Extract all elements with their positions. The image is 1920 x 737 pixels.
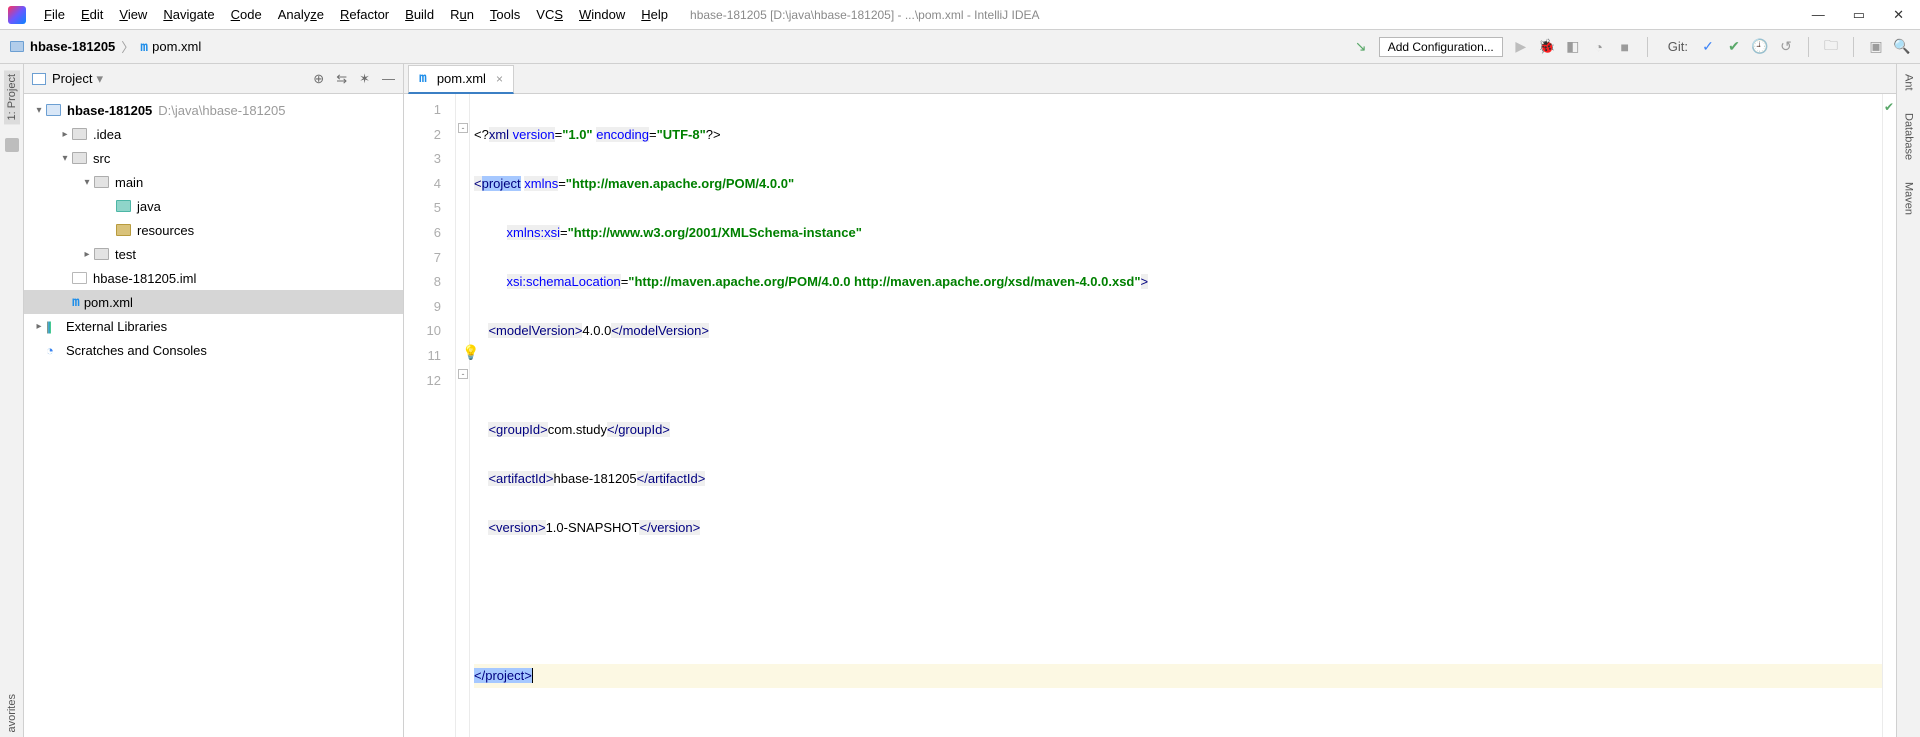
project-panel-header: Project ▾ ⊕ ⇆ ✶ — <box>24 64 403 94</box>
navigation-bar: hbase-181205 〉 m pom.xml ↘ Add Configurat… <box>0 30 1920 64</box>
menu-window[interactable]: Window <box>571 7 633 22</box>
menu-refactor[interactable]: Refactor <box>332 7 397 22</box>
tree-test[interactable]: ▸test <box>24 242 403 266</box>
editor: m pom.xml × 123 456 789 101112 - - <?xml… <box>404 64 1896 737</box>
tree-src[interactable]: ▾src <box>24 146 403 170</box>
separator <box>1808 37 1809 57</box>
tree-scratches[interactable]: ▸Scratches and Consoles <box>24 338 403 362</box>
window-maximize-icon[interactable]: ▭ <box>1853 7 1865 23</box>
inspection-strip: ✔ <box>1882 94 1896 737</box>
main-area: 1: Project avorites Project ▾ ⊕ ⇆ ✶ — ▾ … <box>0 64 1920 737</box>
app-icon <box>8 6 26 24</box>
tree-idea[interactable]: ▸.idea <box>24 122 403 146</box>
project-view-title[interactable]: Project <box>52 71 92 86</box>
window-minimize-icon[interactable]: — <box>1812 7 1825 23</box>
menu-view[interactable]: View <box>111 7 155 22</box>
settings-icon[interactable]: ✶ <box>359 71 370 87</box>
tab-database[interactable]: Database <box>1901 109 1917 164</box>
debug-icon[interactable]: 🐞 <box>1539 39 1555 55</box>
structure-icon[interactable] <box>5 138 19 152</box>
scratches-icon <box>46 343 60 357</box>
tab-maven[interactable]: Maven <box>1901 178 1917 219</box>
locate-icon[interactable]: ⊕ <box>313 71 324 87</box>
tree-java[interactable]: ▸java <box>24 194 403 218</box>
menu-build[interactable]: Build <box>397 7 442 22</box>
breadcrumb-file[interactable]: pom.xml <box>152 39 201 54</box>
menu-code[interactable]: Code <box>223 7 270 22</box>
editor-tab-label: pom.xml <box>437 71 486 86</box>
stop-icon[interactable]: ■ <box>1617 39 1633 55</box>
tree-external-libraries[interactable]: ▸External Libraries <box>24 314 403 338</box>
editor-body[interactable]: 123 456 789 101112 - - <?xml version="1.… <box>404 94 1896 737</box>
project-structure-icon[interactable]: 🗀 <box>1823 39 1839 55</box>
maven-file-icon: m <box>419 71 427 86</box>
tab-project[interactable]: 1: Project <box>4 70 20 124</box>
git-commit-icon[interactable]: ✔ <box>1726 39 1742 55</box>
run-anything-icon[interactable]: ▣ <box>1868 39 1884 55</box>
tab-favorites[interactable]: avorites <box>4 690 20 737</box>
menu-bar: File Edit View Navigate Code Analyze Ref… <box>0 0 1920 30</box>
chevron-down-icon[interactable]: ▾ <box>96 71 103 87</box>
run-icon[interactable]: ▶ <box>1513 39 1529 55</box>
git-history-icon[interactable]: 🕘 <box>1752 39 1768 55</box>
tree-iml[interactable]: ▸hbase-181205.iml <box>24 266 403 290</box>
tree-resources[interactable]: ▸resources <box>24 218 403 242</box>
tab-ant[interactable]: Ant <box>1901 70 1917 95</box>
tree-main[interactable]: ▾main <box>24 170 403 194</box>
window-title: hbase-181205 [D:\java\hbase-181205] - ..… <box>690 8 1040 22</box>
fold-toggle-icon[interactable]: - <box>458 369 468 379</box>
fold-gutter: - - <box>456 94 470 737</box>
chevron-right-icon: 〉 <box>121 37 134 56</box>
maven-file-icon: m <box>140 40 148 55</box>
expand-icon[interactable]: ⇆ <box>336 71 347 87</box>
menu-tools[interactable]: Tools <box>482 7 528 22</box>
separator <box>1647 37 1648 57</box>
add-configuration-button[interactable]: Add Configuration... <box>1379 37 1503 57</box>
line-number-gutter: 123 456 789 101112 <box>404 94 456 737</box>
fold-toggle-icon[interactable]: - <box>458 123 468 133</box>
menu-run[interactable]: Run <box>442 7 482 22</box>
collapse-icon[interactable]: — <box>382 71 395 87</box>
separator <box>1853 37 1854 57</box>
search-icon[interactable]: 🔍 <box>1894 39 1910 55</box>
menu-vcs[interactable]: VCS <box>528 7 571 22</box>
intention-bulb-icon[interactable]: 💡 <box>462 344 479 361</box>
menu-help[interactable]: Help <box>633 7 676 22</box>
breadcrumb: hbase-181205 〉 m pom.xml <box>10 37 201 56</box>
inspection-ok-icon[interactable]: ✔ <box>1884 100 1894 114</box>
close-tab-icon[interactable]: × <box>496 72 503 86</box>
project-view-icon <box>32 73 46 85</box>
window-close-icon[interactable]: ✕ <box>1893 7 1904 23</box>
left-tool-gutter: 1: Project avorites <box>0 64 24 737</box>
maven-file-icon: m <box>72 295 80 310</box>
git-label: Git: <box>1668 39 1688 54</box>
git-update-icon[interactable]: ✓ <box>1700 39 1716 55</box>
menu-navigate[interactable]: Navigate <box>155 7 222 22</box>
breadcrumb-root[interactable]: hbase-181205 <box>30 39 115 54</box>
tree-pom[interactable]: ▸mpom.xml <box>24 290 403 314</box>
git-rollback-icon[interactable]: ↺ <box>1778 39 1794 55</box>
code-area[interactable]: <?xml version="1.0" encoding="UTF-8"?> <… <box>470 94 1882 737</box>
folder-icon <box>10 41 24 52</box>
hammer-icon[interactable]: ↘ <box>1353 39 1369 55</box>
editor-tab-pom[interactable]: m pom.xml × <box>408 65 514 94</box>
project-panel: Project ▾ ⊕ ⇆ ✶ — ▾ hbase-181205 D:\java… <box>24 64 404 737</box>
coverage-icon[interactable]: ◧ <box>1565 39 1581 55</box>
profile-icon[interactable]: ◔ <box>1591 39 1607 55</box>
menu-file[interactable]: File <box>36 7 73 22</box>
editor-tabs: m pom.xml × <box>404 64 1896 94</box>
menu-edit[interactable]: Edit <box>73 7 111 22</box>
menu-analyze[interactable]: Analyze <box>270 7 332 22</box>
right-tool-gutter: Ant Database Maven <box>1896 64 1920 737</box>
project-tree[interactable]: ▾ hbase-181205 D:\java\hbase-181205 ▸.id… <box>24 94 403 737</box>
libraries-icon <box>46 319 60 333</box>
tree-root[interactable]: ▾ hbase-181205 D:\java\hbase-181205 <box>24 98 403 122</box>
